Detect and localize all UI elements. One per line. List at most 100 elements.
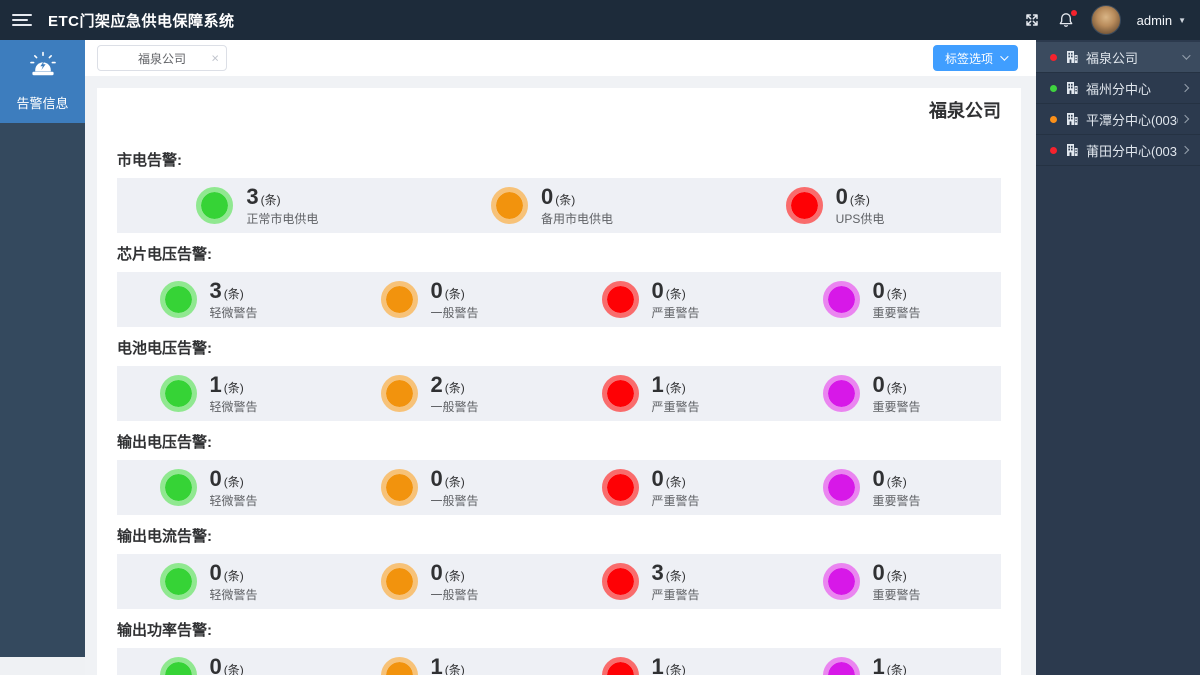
alarm-unit: (条) <box>665 568 686 583</box>
chevron-down-icon <box>1000 52 1009 61</box>
chevron-right-icon <box>1180 145 1190 155</box>
status-circle-icon <box>380 563 418 600</box>
stat-row: 0 (条) 轻微警告 0 (条) 一般警告 3 (条) 严重警告 0 (条) 重要警告 <box>117 554 1001 609</box>
alarm-count: 3 <box>651 559 664 585</box>
notification-badge <box>1070 10 1077 16</box>
tag-options-button[interactable]: 标签选项 <box>932 45 1018 71</box>
alarm-stat: 0(条)轻微警告 <box>117 561 338 603</box>
alarm-unit: (条) <box>886 568 907 583</box>
alarm-count: 0 <box>651 277 664 303</box>
alarm-count: 0 <box>872 277 885 303</box>
status-circle-icon <box>601 375 639 412</box>
stat-row: 3 (条) 正常市电供电 0 (条) 备用市电供电 0 (条) UPS供电 <box>117 178 1001 233</box>
alarm-unit: (条) <box>444 380 465 395</box>
alarm-stat: 0 (条) 一般警告 <box>338 561 559 603</box>
alarm-unit: (条) <box>665 380 686 395</box>
alarm-label: 严重警告 <box>651 493 700 508</box>
status-circle-icon <box>822 281 860 318</box>
status-dot-icon <box>1050 146 1057 154</box>
building-icon <box>1065 50 1079 64</box>
section-heading: 市电告警: <box>117 152 182 169</box>
alarm-unit: (条) <box>849 192 870 207</box>
alarm-label: 严重警告 <box>651 587 700 602</box>
fullscreen-icon[interactable] <box>1023 11 1041 29</box>
alarm-unit: (条) <box>665 286 686 301</box>
alarm-siren-icon <box>28 51 58 86</box>
section-heading: 输出电流告警: <box>117 528 212 545</box>
alarm-label: 轻微警告 <box>209 493 258 508</box>
alarm-stat: 0 (条) 严重警告 <box>559 279 780 321</box>
status-dot-icon <box>1050 115 1057 123</box>
alarm-stat: 0 (条) UPS供电 <box>706 185 1001 227</box>
building-icon <box>1065 81 1079 95</box>
alarm-stat: 0 (条) 备用市电供电 <box>412 185 707 227</box>
alarm-count: 0 <box>872 465 885 491</box>
alarm-label: 一般警告 <box>430 587 479 602</box>
org-tree-item[interactable]: 福泉公司 <box>1036 42 1200 73</box>
company-select-value: 福泉公司 <box>137 51 186 66</box>
sidebar-item-alarm-info[interactable]: 告警信息 <box>0 40 85 123</box>
left-sidebar: 告警信息 <box>0 40 85 657</box>
alarm-stat: 1(条) 严重警告 <box>559 373 780 415</box>
alarm-count: 1 <box>872 653 885 675</box>
alarm-label: 重要警告 <box>872 587 921 602</box>
alarm-label: 严重警告 <box>651 399 700 414</box>
notification-bell-icon[interactable] <box>1057 10 1077 29</box>
org-name: 莆田分中心(0031) <box>1086 143 1178 159</box>
alarm-label: 一般警告 <box>430 305 479 320</box>
alarm-label: 轻微警告 <box>209 587 258 602</box>
app-title: ETC门架应急供电保障系统 <box>48 12 235 30</box>
status-circle-icon <box>785 187 823 224</box>
alarm-count: 0 <box>209 559 222 585</box>
alarm-unit: (条) <box>886 662 907 675</box>
alarm-stat: 0 (条) 重要警告 <box>780 279 1001 321</box>
org-tree-item[interactable]: 莆田分中心(0031) <box>1036 135 1200 166</box>
alarm-stat: 0(条)轻微警告 <box>117 655 338 675</box>
alarm-stat: 3 (条) 正常市电供电 <box>117 185 412 227</box>
stat-row: 3 (条) 轻微警告 0 (条) 一般警告 0 (条) 严重警告 0 (条) 重要警告 <box>117 272 1001 327</box>
alarm-count: 0 <box>872 371 885 397</box>
status-circle-icon <box>822 375 860 412</box>
hamburger-menu-icon[interactable] <box>12 14 32 26</box>
status-circle-icon <box>380 375 418 412</box>
main-area: 福泉公司 × 标签选项 福泉公司 市电告警: 3 (条) 正常市电供电 0 (条) 备用… <box>85 40 1036 675</box>
alarm-count: 1 <box>209 371 222 397</box>
alarm-count: 0 <box>540 183 554 209</box>
alarm-unit: (条) <box>886 380 907 395</box>
page-body: 告警信息 福泉公司 × 标签选项 福泉公司 市电告警: 3 (条) 正常市电供电… <box>0 40 1200 675</box>
org-tree-item[interactable]: 平潭分中心(0030) <box>1036 104 1200 135</box>
alarm-unit: (条) <box>665 474 686 489</box>
status-circle-icon <box>822 657 860 675</box>
alarm-stat: 0(条)轻微警告 <box>117 467 338 509</box>
chevron-right-icon <box>1180 83 1190 93</box>
alarm-label: 轻微警告 <box>209 399 258 414</box>
sidebar-item-label: 告警信息 <box>16 96 69 111</box>
user-menu[interactable]: admin ▼ <box>1137 13 1186 28</box>
status-circle-icon <box>490 187 528 224</box>
status-circle-icon <box>159 563 197 600</box>
alarm-stat: 0 (条) 重要警告 <box>780 373 1001 415</box>
status-circle-icon <box>196 187 234 224</box>
company-select[interactable]: 福泉公司 × <box>97 45 227 71</box>
alarm-label: 重要警告 <box>872 305 921 320</box>
alarm-stat: 0 (条) 重要警告 <box>780 561 1001 603</box>
alarm-unit: (条) <box>444 662 465 675</box>
alarm-stat: 1(条)重要警告 <box>780 655 1001 675</box>
alarm-count: 0 <box>430 559 443 585</box>
alarm-count: 0 <box>651 465 664 491</box>
left-sidebar-column: 告警信息 <box>0 40 85 675</box>
section-heading: 芯片电压告警: <box>117 246 212 263</box>
app-window: ETC门架应急供电保障系统 admin ▼ 告警信息 福泉公司 × 标签选项 福… <box>0 0 1200 675</box>
alarm-label: 重要警告 <box>872 493 921 508</box>
alarm-unit: (条) <box>886 286 907 301</box>
alarm-label: 一般警告 <box>430 493 479 508</box>
chevron-down-icon: ▼ <box>1178 15 1186 25</box>
alarm-count: 3 <box>209 277 222 303</box>
alarm-stat: 1(条)一般警告 <box>338 655 559 675</box>
user-avatar[interactable] <box>1090 5 1121 35</box>
clear-icon[interactable]: × <box>211 52 219 65</box>
top-navbar: ETC门架应急供电保障系统 admin ▼ <box>0 0 1200 40</box>
status-circle-icon <box>601 469 639 506</box>
org-tree-item[interactable]: 福州分中心 <box>1036 73 1200 104</box>
alarm-label: 一般警告 <box>430 399 479 414</box>
